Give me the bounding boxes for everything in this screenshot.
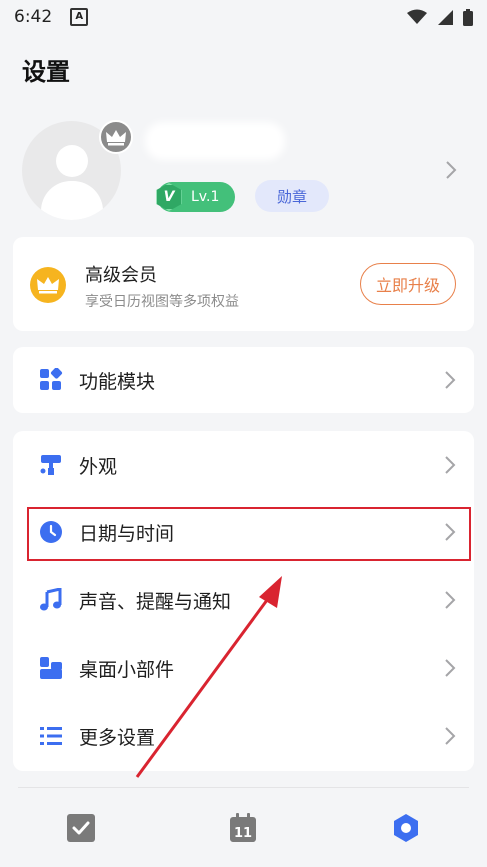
wifi-icon — [407, 9, 427, 24]
row-label: 更多设置 — [79, 726, 156, 749]
vip-title: 高级会员 — [85, 265, 157, 286]
settings-row-appearance[interactable]: 外观 — [13, 432, 474, 498]
widgets-icon — [40, 657, 62, 679]
grid-icon — [40, 368, 63, 390]
level-badge[interactable]: V Lv.1 — [156, 182, 235, 212]
settings-card: 外观 日期与时间 声音、提醒与通知 桌面小部件 更多设置 — [13, 431, 474, 771]
settings-row-more[interactable]: 更多设置 — [13, 703, 474, 769]
status-bar: 6:42 A — [0, 0, 487, 34]
clock-icon — [40, 521, 62, 543]
status-icons — [407, 8, 473, 26]
username-redacted — [151, 128, 279, 154]
page-title: 设置 — [22, 58, 70, 86]
settings-row-modules[interactable]: 功能模块 — [13, 347, 474, 413]
a-icon: A — [70, 8, 89, 26]
row-label: 日期与时间 — [79, 522, 175, 545]
medal-badge[interactable]: 勋章 — [255, 180, 329, 212]
row-label: 声音、提醒与通知 — [79, 590, 232, 613]
settings-row-sound-notifications[interactable]: 声音、提醒与通知 — [13, 567, 474, 633]
chevron-right-icon — [445, 659, 456, 677]
divider — [18, 787, 469, 788]
checkbox-icon[interactable] — [66, 813, 96, 843]
level-mark-icon: V — [156, 183, 182, 211]
list-icon — [40, 727, 62, 745]
signal-icon — [438, 10, 453, 25]
settings-row-widgets[interactable]: 桌面小部件 — [13, 635, 474, 701]
battery-icon — [463, 8, 473, 26]
calendar-day: 11 — [234, 826, 252, 841]
upgrade-button[interactable]: 立即升级 — [360, 263, 456, 305]
row-label: 桌面小部件 — [79, 658, 175, 681]
chevron-right-icon — [445, 727, 456, 745]
settings-row-date-time[interactable]: 日期与时间 — [13, 499, 474, 565]
vip-card[interactable]: 高级会员 享受日历视图等多项权益 立即升级 — [13, 237, 474, 331]
level-text: Lv.1 — [191, 189, 220, 205]
tab-bar: 11 — [0, 795, 487, 867]
row-label: 外观 — [79, 455, 118, 478]
paint-roller-icon — [40, 455, 61, 475]
music-note-icon — [40, 588, 62, 611]
crown-icon — [30, 267, 66, 303]
module-card: 功能模块 — [13, 347, 474, 413]
row-label: 功能模块 — [79, 370, 156, 393]
calendar-icon[interactable]: 11 — [228, 813, 258, 843]
hexagon-settings-icon[interactable] — [391, 813, 421, 843]
chevron-right-icon — [445, 371, 456, 389]
vip-subtitle: 享受日历视图等多项权益 — [85, 294, 239, 310]
crown-icon[interactable] — [99, 120, 133, 154]
status-time: 6:42 — [14, 7, 53, 27]
chevron-right-icon — [445, 456, 456, 474]
chevron-right-icon[interactable] — [444, 160, 458, 180]
chevron-right-icon — [445, 591, 456, 609]
chevron-right-icon — [445, 523, 456, 541]
